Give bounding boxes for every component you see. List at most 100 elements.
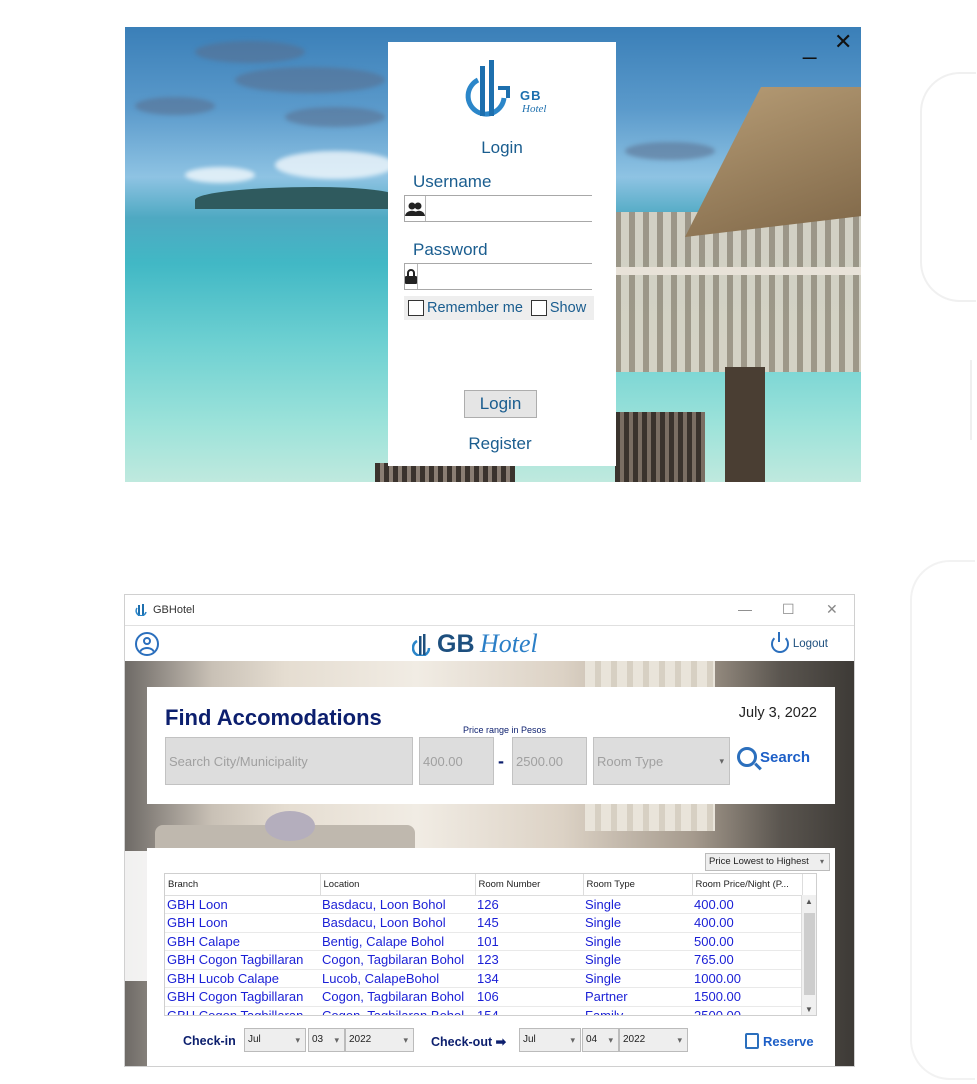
cell-room-number: 106: [475, 987, 583, 1007]
chevron-down-icon: ▾: [608, 1035, 613, 1045]
table-row[interactable]: GBH Loon Basdacu, Loon Bohol 145 Single …: [165, 913, 802, 933]
password-label: Password: [413, 240, 488, 259]
scrollbar-thumb[interactable]: [804, 913, 815, 995]
table-row[interactable]: GBH Calape Bentig, Calape Bohol 101 Sing…: [165, 932, 802, 951]
table-scrollbar[interactable]: ▲ ▼: [801, 895, 816, 1015]
login-button[interactable]: Login: [464, 390, 537, 418]
price-max-input[interactable]: 2500.00: [512, 737, 587, 785]
sky-cloud: [135, 97, 215, 115]
cell-location: Basdacu, Loon Bohol: [320, 895, 475, 914]
table-row[interactable]: GBH Lucob Calape Lucob, CalapeBohol 134 …: [165, 969, 802, 988]
room-type-select[interactable]: Room Type ▾: [593, 737, 730, 785]
chevron-down-icon: ▾: [334, 1035, 339, 1045]
table-row[interactable]: GBH Cogon Tagbillaran Cogon, Tagbilaran …: [165, 1006, 802, 1015]
decorative-frame: [970, 360, 977, 440]
chevron-down-icon: ▾: [677, 1035, 682, 1045]
cell-room-type: Family: [583, 1006, 692, 1015]
island: [195, 187, 395, 209]
remember-me-checkbox[interactable]: [408, 300, 424, 316]
column-header[interactable]: Room Number: [475, 874, 584, 896]
cell-price: 765.00: [692, 950, 802, 970]
checkin-day-select[interactable]: 03 ▾: [308, 1028, 345, 1052]
cell-room-number: 154: [475, 1006, 583, 1015]
page-title: Find Accomodations: [165, 705, 382, 730]
checkout-year-value: 2022: [623, 1034, 646, 1045]
cell-branch: GBH Lucob Calape: [165, 969, 320, 988]
chevron-down-icon: ▾: [403, 1035, 408, 1045]
user-avatar-icon[interactable]: [135, 632, 159, 656]
close-button[interactable]: ✕: [834, 31, 852, 53]
user-group-icon: [405, 196, 426, 221]
results-table: Branch Location Room Number Room Type Ro…: [164, 873, 817, 1016]
cell-location: Cogon, Tagbilaran Bohol: [320, 1006, 475, 1015]
login-title: Login: [481, 138, 523, 157]
column-header[interactable]: Room Type: [583, 874, 693, 896]
remember-me-label[interactable]: Remember me: [427, 300, 523, 316]
power-icon: [770, 632, 789, 653]
checkin-year-value: 2022: [349, 1034, 372, 1045]
sky-cloud: [185, 167, 255, 183]
logo-text-hotel: Hotel: [480, 629, 538, 658]
sky-cloud: [235, 67, 385, 93]
cell-location: Bentig, Calape Bohol: [320, 932, 475, 951]
password-input[interactable]: [418, 264, 598, 289]
window-minimize-button[interactable]: —: [738, 601, 752, 617]
column-header[interactable]: Branch: [165, 874, 321, 896]
register-link[interactable]: Register: [388, 434, 612, 454]
search-icon: [737, 747, 757, 767]
sort-select[interactable]: Price Lowest to Highest ▾: [705, 853, 830, 871]
cell-room-type: Single: [583, 932, 692, 951]
checkin-month-select[interactable]: Jul ▾: [244, 1028, 306, 1052]
app-header: GB Hotel Logout: [125, 625, 854, 661]
scroll-down-icon[interactable]: ▼: [805, 1005, 813, 1014]
title-bar: GBHotel — ☐ ✕: [125, 595, 854, 625]
cell-branch: GBH Calape: [165, 932, 320, 951]
chevron-down-icon: ▾: [295, 1035, 300, 1045]
chevron-down-icon: ▾: [819, 857, 824, 866]
minimize-button[interactable]: _: [803, 35, 816, 59]
price-min-input[interactable]: 400.00: [419, 737, 494, 785]
price-range-dash: -: [498, 751, 504, 771]
cell-branch: GBH Cogon Tagbillaran: [165, 1006, 320, 1015]
booking-row: Check-in Jul ▾ 03 ▾ 2022 ▾ Check-out ➡ Jul ▾…: [147, 1028, 835, 1054]
sky-cloud: [625, 142, 715, 160]
room-pillow: [265, 811, 315, 841]
cell-room-number: 134: [475, 969, 583, 988]
cell-location: Basdacu, Loon Bohol: [320, 913, 475, 933]
checkout-year-select[interactable]: 2022 ▾: [619, 1028, 688, 1052]
table-row[interactable]: GBH Loon Basdacu, Loon Bohol 126 Single …: [165, 895, 802, 914]
checkout-month-select[interactable]: Jul ▾: [519, 1028, 581, 1052]
table-row[interactable]: GBH Cogon Tagbillaran Cogon, Tagbilaran …: [165, 987, 802, 1007]
cell-room-type: Single: [583, 950, 692, 970]
column-header[interactable]: Room Price/Night (P...: [692, 874, 803, 896]
logout-button[interactable]: Logout: [770, 632, 828, 653]
table-row[interactable]: GBH Cogon Tagbillaran Cogon, Tagbilaran …: [165, 950, 802, 970]
scroll-up-icon[interactable]: ▲: [805, 897, 813, 906]
checkout-label: Check-out ➡: [431, 1035, 507, 1049]
window-close-button[interactable]: ✕: [826, 601, 838, 618]
city-search-input[interactable]: Search City/Municipality: [165, 737, 413, 785]
username-input[interactable]: [426, 196, 606, 221]
cell-room-number: 145: [475, 913, 583, 933]
sort-select-value: Price Lowest to Highest: [709, 856, 809, 867]
checkout-day-select[interactable]: 04 ▾: [582, 1028, 619, 1052]
cell-room-number: 101: [475, 932, 583, 951]
window-maximize-button[interactable]: ☐: [782, 601, 795, 618]
show-password-checkbox[interactable]: [530, 300, 547, 316]
cell-price: 2500.00: [692, 1006, 802, 1015]
app-window: GBHotel — ☐ ✕ GB Hotel Logout Find Accom…: [124, 594, 855, 1067]
logo-text-hotel: Hotel: [522, 103, 547, 115]
column-header[interactable]: Location: [320, 874, 476, 896]
reserve-button[interactable]: Reserve: [745, 1033, 814, 1049]
current-date: July 3, 2022: [738, 705, 817, 721]
cell-branch: GBH Cogon Tagbillaran: [165, 987, 320, 1007]
bungalow-rail: [615, 267, 861, 275]
password-field[interactable]: [404, 263, 598, 290]
username-field[interactable]: [404, 195, 606, 222]
show-password-label[interactable]: Show: [550, 300, 586, 316]
search-button[interactable]: Search: [737, 747, 810, 767]
checkin-year-select[interactable]: 2022 ▾: [345, 1028, 414, 1052]
cell-price: 400.00: [692, 913, 802, 933]
app-logo-icon: [135, 604, 147, 616]
cell-room-type: Single: [583, 969, 692, 988]
